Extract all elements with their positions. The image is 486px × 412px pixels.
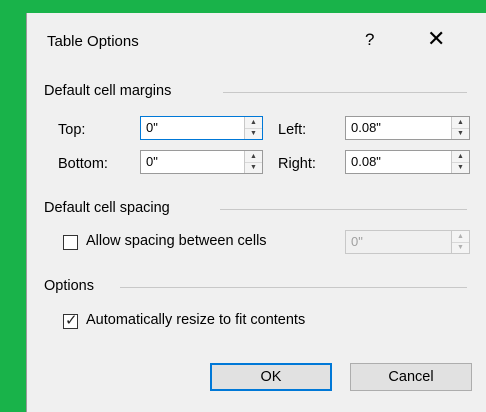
- top-margin-value[interactable]: 0": [146, 120, 158, 135]
- bottom-margin-value[interactable]: 0": [146, 154, 158, 169]
- options-divider: [120, 287, 467, 288]
- left-margin-value[interactable]: 0.08": [351, 120, 381, 135]
- cell-spacing-value: 0": [351, 234, 363, 249]
- close-icon: ✕: [427, 26, 446, 51]
- top-label: Top:: [58, 122, 86, 138]
- top-margin-spin-buttons: ▲ ▼: [244, 117, 262, 139]
- spin-down-icon[interactable]: ▼: [452, 128, 469, 139]
- right-label: Right:: [278, 156, 316, 172]
- cell-spacing-stepper: 0" ▲ ▼: [345, 230, 470, 254]
- cell-spacing-spin-buttons: ▲ ▼: [451, 231, 469, 253]
- checkmark-icon: ✓: [65, 312, 78, 329]
- spin-down-icon[interactable]: ▼: [452, 162, 469, 173]
- margins-divider: [223, 92, 467, 93]
- top-margin-stepper[interactable]: 0" ▲ ▼: [140, 116, 263, 140]
- autoresize-checkbox[interactable]: ✓: [63, 312, 78, 329]
- right-margin-stepper[interactable]: 0.08" ▲ ▼: [345, 150, 470, 174]
- left-margin-spin-buttons: ▲ ▼: [451, 117, 469, 139]
- table-options-dialog: Table Options ? ✕ Default cell margins T…: [26, 13, 486, 412]
- bottom-margin-stepper[interactable]: 0" ▲ ▼: [140, 150, 263, 174]
- right-margin-spin-buttons: ▲ ▼: [451, 151, 469, 173]
- bottom-margin-spin-buttons: ▲ ▼: [244, 151, 262, 173]
- help-button[interactable]: ?: [365, 30, 374, 50]
- spacing-section-label: Default cell spacing: [44, 200, 170, 216]
- options-section-label: Options: [44, 278, 94, 294]
- close-button[interactable]: ✕: [427, 26, 445, 52]
- left-label: Left:: [278, 122, 307, 138]
- dialog-title: Table Options: [47, 33, 139, 50]
- cancel-button[interactable]: Cancel: [350, 363, 472, 391]
- autoresize-label[interactable]: Automatically resize to fit contents: [86, 312, 305, 328]
- allow-spacing-checkbox[interactable]: [63, 235, 78, 250]
- bottom-label: Bottom:: [58, 156, 108, 172]
- spin-down-icon: ▼: [457, 244, 464, 251]
- spin-down-icon[interactable]: ▼: [245, 128, 262, 139]
- allow-spacing-label[interactable]: Allow spacing between cells: [86, 233, 267, 249]
- left-margin-stepper[interactable]: 0.08" ▲ ▼: [345, 116, 470, 140]
- ok-button[interactable]: OK: [210, 363, 332, 391]
- right-margin-value[interactable]: 0.08": [351, 154, 381, 169]
- margins-section-label: Default cell margins: [44, 83, 172, 99]
- spacing-divider: [220, 209, 467, 210]
- spin-down-icon[interactable]: ▼: [245, 162, 262, 173]
